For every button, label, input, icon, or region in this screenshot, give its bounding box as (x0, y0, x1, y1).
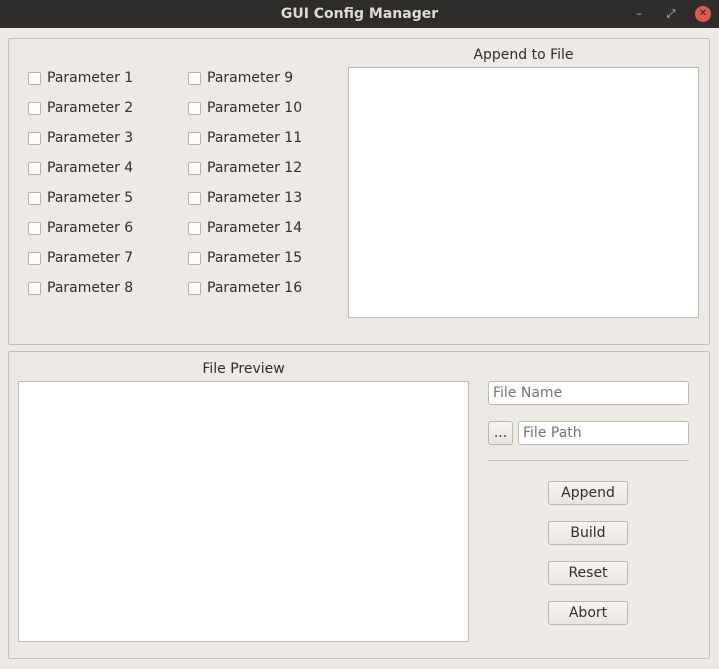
checkbox-parameter-1[interactable]: Parameter 1 (28, 69, 133, 87)
checkbox-label: Parameter 14 (207, 220, 303, 236)
checkbox-parameter-5[interactable]: Parameter 5 (28, 189, 133, 207)
checkbox-label: Parameter 11 (207, 130, 303, 146)
file-preview-textarea[interactable] (18, 381, 469, 642)
checkbox-box[interactable] (28, 131, 41, 145)
checkbox-box[interactable] (28, 221, 41, 235)
checkbox-box[interactable] (188, 101, 201, 115)
checkbox-parameter-7[interactable]: Parameter 7 (28, 249, 133, 267)
checkbox-label: Parameter 5 (47, 190, 134, 206)
append-to-file-textarea[interactable] (348, 67, 699, 318)
checkbox-box[interactable] (188, 251, 201, 265)
title-bar: GUI Config Manager – ⤢ ✕ (0, 0, 719, 28)
checkbox-label: Parameter 4 (47, 160, 134, 176)
file-name-input[interactable] (488, 381, 689, 405)
checkbox-label: Parameter 2 (47, 100, 134, 116)
reset-button[interactable]: Reset (548, 561, 628, 585)
checkbox-parameter-16[interactable]: Parameter 16 (188, 279, 302, 297)
checkbox-box[interactable] (28, 281, 41, 295)
checkbox-box[interactable] (28, 161, 41, 175)
separator (488, 460, 689, 461)
checkbox-parameter-12[interactable]: Parameter 12 (188, 159, 302, 177)
checkbox-box[interactable] (28, 191, 41, 205)
checkbox-parameter-9[interactable]: Parameter 9 (188, 69, 293, 87)
abort-button[interactable]: Abort (548, 601, 628, 625)
checkbox-box[interactable] (28, 71, 41, 85)
checkbox-parameter-2[interactable]: Parameter 2 (28, 99, 133, 117)
close-icon[interactable]: ✕ (695, 6, 711, 22)
checkbox-label: Parameter 1 (47, 70, 134, 86)
checkbox-label: Parameter 10 (207, 100, 303, 116)
checkbox-box[interactable] (188, 131, 201, 145)
checkbox-box[interactable] (188, 221, 201, 235)
checkbox-label: Parameter 3 (47, 130, 134, 146)
checkbox-parameter-15[interactable]: Parameter 15 (188, 249, 302, 267)
checkbox-parameter-3[interactable]: Parameter 3 (28, 129, 133, 147)
checkbox-box[interactable] (188, 161, 201, 175)
build-button[interactable]: Build (548, 521, 628, 545)
checkbox-box[interactable] (28, 251, 41, 265)
file-path-input[interactable] (518, 421, 689, 445)
file-preview-label: File Preview (202, 361, 285, 377)
checkbox-label: Parameter 7 (47, 250, 134, 266)
checkbox-parameter-8[interactable]: Parameter 8 (28, 279, 133, 297)
checkbox-parameter-6[interactable]: Parameter 6 (28, 219, 133, 237)
browse-button[interactable]: ... (488, 421, 513, 445)
minimize-icon[interactable]: – (631, 6, 647, 22)
checkbox-label: Parameter 8 (47, 280, 134, 296)
checkbox-box[interactable] (188, 71, 201, 85)
checkbox-label: Parameter 6 (47, 220, 134, 236)
checkbox-box[interactable] (188, 281, 201, 295)
window-title: GUI Config Manager (280, 6, 439, 22)
checkbox-label: Parameter 15 (207, 250, 303, 266)
checkbox-box[interactable] (28, 101, 41, 115)
checkbox-label: Parameter 13 (207, 190, 303, 206)
append-to-file-label: Append to File (473, 47, 574, 63)
checkbox-parameter-13[interactable]: Parameter 13 (188, 189, 302, 207)
checkbox-label: Parameter 12 (207, 160, 303, 176)
checkbox-parameter-11[interactable]: Parameter 11 (188, 129, 302, 147)
append-button[interactable]: Append (548, 481, 628, 505)
checkbox-parameter-14[interactable]: Parameter 14 (188, 219, 302, 237)
checkbox-label: Parameter 9 (207, 70, 294, 86)
checkbox-label: Parameter 16 (207, 280, 303, 296)
checkbox-parameter-10[interactable]: Parameter 10 (188, 99, 302, 117)
maximize-icon[interactable]: ⤢ (663, 6, 679, 22)
checkbox-parameter-4[interactable]: Parameter 4 (28, 159, 133, 177)
checkbox-box[interactable] (188, 191, 201, 205)
